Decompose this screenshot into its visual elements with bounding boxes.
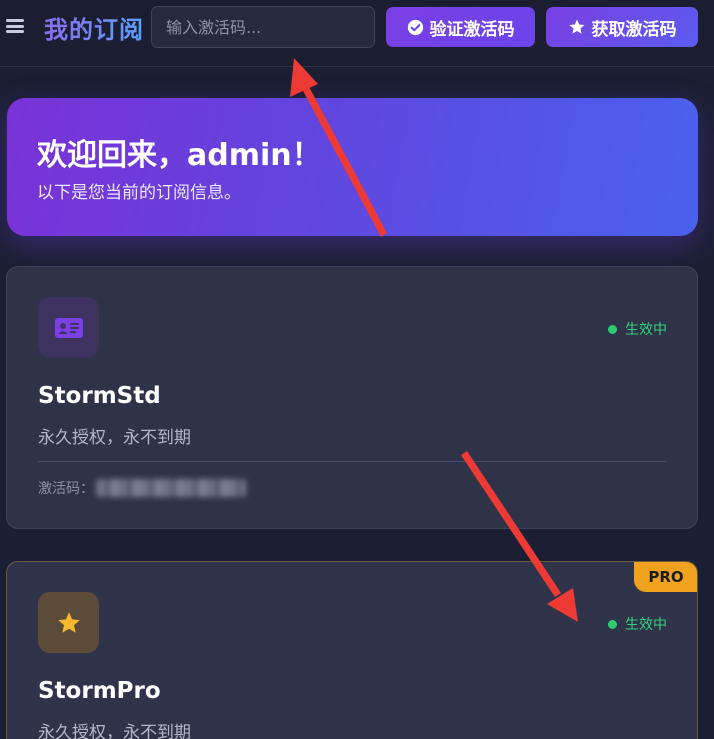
card-icon-container: [38, 592, 99, 653]
status-badge: 生效中: [608, 614, 667, 634]
activation-code-input[interactable]: [151, 6, 375, 48]
page: 我的订阅 验证激活码 获取激活码 欢迎回来，admin！ 以下是您当前的订阅信息…: [0, 0, 714, 739]
welcome-subtitle: 以下是您当前的订阅信息。: [37, 183, 241, 203]
activation-code-label: 激活码：: [38, 481, 94, 497]
card-icon-container: [38, 297, 99, 358]
welcome-banner: 欢迎回来，admin！ 以下是您当前的订阅信息。: [7, 98, 698, 236]
menu-icon[interactable]: [6, 17, 24, 35]
status-text: 生效中: [625, 617, 667, 633]
verify-code-button[interactable]: 验证激活码: [386, 7, 535, 47]
top-bar: 我的订阅 验证激活码 获取激活码: [0, 0, 714, 67]
subscription-card-stormpro: PRO 生效中 StormPro 永久授权，永不到期: [6, 561, 698, 739]
subscription-description: 永久授权，永不到期: [38, 723, 191, 739]
divider: [38, 461, 667, 462]
id-card-icon: [54, 317, 83, 338]
page-title: 我的订阅: [44, 10, 144, 45]
status-dot: [608, 324, 617, 334]
subscription-name: StormStd: [38, 383, 161, 409]
subscription-description: 永久授权，永不到期: [38, 428, 191, 448]
star-icon: [57, 611, 80, 633]
star-icon: [569, 19, 584, 34]
status-dot: [608, 619, 617, 629]
status-text: 生效中: [625, 322, 667, 338]
status-badge: 生效中: [608, 319, 667, 339]
subscription-card-stormstd: 生效中 StormStd 永久授权，永不到期 激活码：: [6, 266, 698, 529]
verify-code-label: 验证激活码: [429, 19, 515, 40]
subscription-name: StormPro: [38, 678, 161, 704]
check-circle-icon: [407, 19, 423, 35]
welcome-title: 欢迎回来，admin！: [37, 138, 322, 173]
pro-badge: PRO: [634, 562, 697, 592]
get-code-button[interactable]: 获取激活码: [546, 7, 698, 47]
get-code-label: 获取激活码: [591, 19, 677, 40]
masked-activation-code: [96, 479, 246, 497]
activation-code-row: 激活码：: [38, 478, 246, 498]
